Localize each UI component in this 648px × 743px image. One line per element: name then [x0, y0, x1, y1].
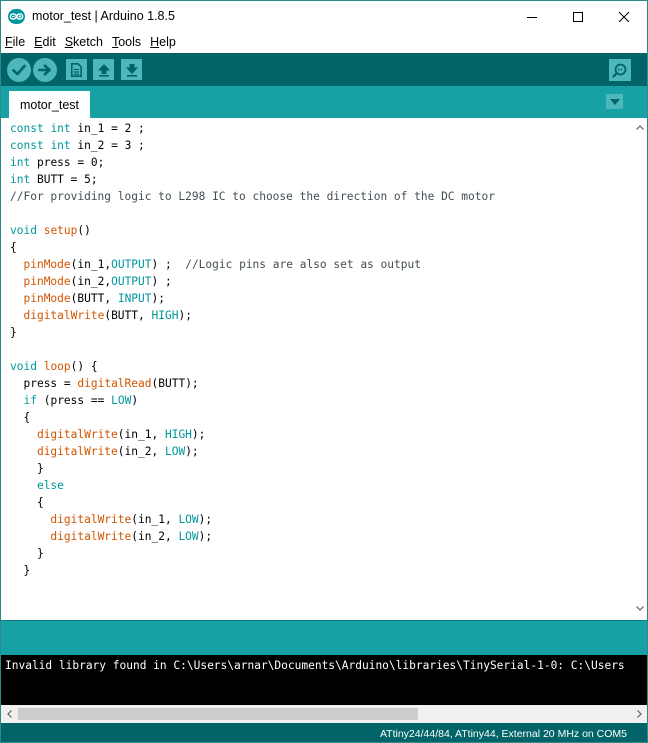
code-line: {	[10, 241, 17, 254]
code-line: press = digitalRead(BUTT);	[23, 377, 199, 390]
status-bar: ATtiny24/44/84, ATtiny44, External 20 MH…	[1, 723, 647, 742]
console-horizontal-scrollbar[interactable]	[1, 705, 647, 723]
console-output[interactable]: Invalid library found in C:\Users\arnar\…	[1, 655, 647, 705]
menu-bar: File Edit Sketch Tools Help	[1, 32, 647, 52]
open-button[interactable]	[93, 59, 114, 80]
code-line: pinMode(in_1,OUTPUT) ; //Logic pins are …	[23, 258, 421, 271]
chevron-down-icon	[636, 605, 644, 611]
code-line: digitalWrite(in_2, LOW);	[50, 530, 213, 543]
code-line: digitalWrite(in_1, HIGH);	[36, 428, 206, 441]
code-line: }	[10, 547, 44, 560]
arduino-logo-icon	[8, 9, 25, 24]
board-port-status: ATtiny24/44/84, ATtiny44, External 20 MH…	[379, 728, 627, 740]
triangle-down-icon	[609, 98, 620, 105]
code-line: pinMode(in_2,OUTPUT) ;	[23, 275, 172, 288]
menu-edit-label: dit	[42, 35, 56, 49]
save-button[interactable]	[121, 59, 142, 80]
menu-sketch-accel: S	[64, 35, 74, 49]
scroll-right-button[interactable]	[633, 708, 645, 720]
code-line: digitalWrite(BUTT, HIGH);	[23, 309, 192, 322]
code-line: int press = 0;	[10, 156, 105, 169]
serial-monitor-button[interactable]	[609, 59, 631, 81]
code-line: }	[10, 326, 17, 339]
window-title: motor_test | Arduino 1.8.5	[32, 9, 175, 23]
code-line: const int in_2 = 3 ;	[10, 139, 145, 152]
menu-sketch-label: ketch	[73, 35, 103, 49]
arduino-ide-window: motor_test | Arduino 1.8.5 File Edit Ske…	[0, 0, 648, 743]
code-line: else	[36, 479, 64, 492]
menu-file-accel: F	[5, 35, 13, 49]
code-line: pinMode(BUTT, INPUT);	[23, 292, 165, 305]
tab-motor-test[interactable]: motor_test	[9, 91, 90, 118]
verify-button[interactable]	[7, 58, 31, 82]
magnifier-icon	[612, 63, 627, 78]
save-arrow-down-icon	[125, 63, 138, 77]
new-sketch-button[interactable]	[66, 59, 87, 80]
menu-file-label: ile	[12, 35, 26, 49]
menu-help-label: elp	[159, 35, 176, 49]
code-line: }	[10, 462, 44, 475]
scroll-up-button[interactable]	[633, 121, 647, 133]
code-line: {	[10, 496, 44, 509]
minimize-button[interactable]	[509, 1, 555, 32]
close-icon	[619, 11, 629, 22]
maximize-icon	[573, 11, 583, 22]
new-file-icon	[71, 62, 82, 77]
message-area	[1, 620, 647, 655]
console-message: Invalid library found in C:\Users\arnar\…	[5, 659, 625, 672]
scrollbar-thumb[interactable]	[18, 708, 418, 720]
code-line: void setup()	[10, 224, 91, 237]
code-text[interactable]: const int in_1 = 2 ; const int in_2 = 3 ;…	[1, 118, 633, 579]
code-line: digitalWrite(in_2, LOW);	[36, 445, 199, 458]
menu-file[interactable]: File	[1, 32, 29, 52]
close-button[interactable]	[601, 1, 647, 32]
arrow-right-icon	[38, 64, 51, 76]
menu-tools[interactable]: Tools	[107, 32, 145, 52]
minimize-icon	[527, 16, 537, 18]
chevron-right-icon	[636, 710, 642, 718]
scroll-left-button[interactable]	[3, 708, 15, 720]
code-line: digitalWrite(in_1, LOW);	[50, 513, 213, 526]
open-arrow-up-icon	[97, 63, 110, 77]
code-line: int BUTT = 5;	[10, 173, 98, 186]
tab-menu-button[interactable]	[606, 94, 623, 109]
editor-vertical-scrollbar[interactable]	[633, 118, 647, 620]
code-line: void loop() {	[10, 360, 98, 373]
menu-sketch[interactable]: Sketch	[60, 32, 107, 52]
code-line: }	[10, 564, 31, 577]
checkmark-icon	[12, 64, 26, 76]
code-line: const int in_1 = 2 ;	[10, 122, 145, 135]
menu-help[interactable]: Help	[145, 32, 180, 52]
tab-strip: motor_test	[1, 86, 647, 118]
menu-edit-accel: E	[34, 35, 43, 49]
code-line: if (press == LOW)	[23, 394, 139, 407]
chevron-up-icon	[636, 124, 644, 130]
menu-tools-label: ools	[118, 35, 142, 49]
chevron-left-icon	[6, 710, 12, 718]
code-line: //For providing logic to L298 IC to choo…	[10, 190, 495, 203]
code-line: {	[10, 411, 31, 424]
title-bar[interactable]: motor_test | Arduino 1.8.5	[1, 1, 647, 32]
maximize-button[interactable]	[555, 1, 601, 32]
upload-button[interactable]	[33, 58, 57, 82]
menu-edit[interactable]: Edit	[29, 32, 60, 52]
scroll-down-button[interactable]	[633, 602, 647, 614]
code-editor[interactable]: const int in_1 = 2 ; const int in_2 = 3 ;…	[1, 118, 633, 620]
menu-help-accel: H	[150, 35, 160, 49]
toolbar	[1, 53, 647, 86]
